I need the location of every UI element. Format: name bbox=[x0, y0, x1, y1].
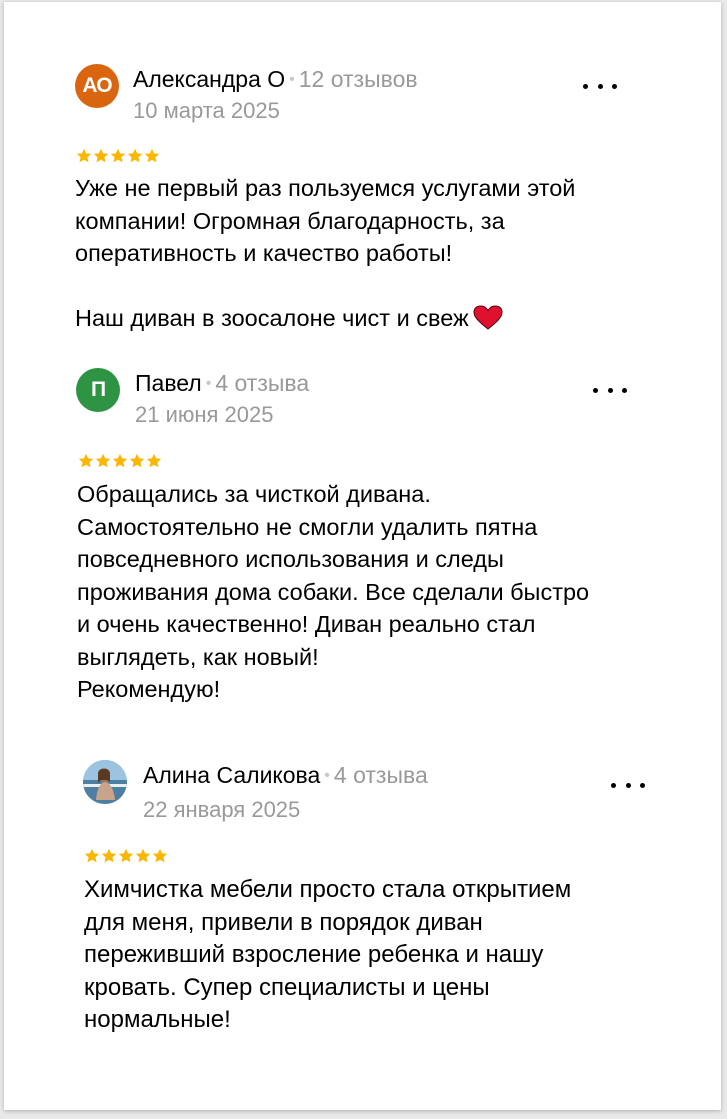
rating-stars bbox=[78, 453, 162, 469]
reviews-card: АО Александра О • 12 отзывов 10 марта 2025… bbox=[4, 2, 721, 1110]
rating-stars bbox=[76, 148, 160, 164]
separator-dot: • bbox=[289, 71, 295, 88]
star-icon bbox=[127, 148, 143, 163]
review-date: 21 июня 2025 bbox=[135, 402, 274, 427]
star-icon bbox=[84, 848, 100, 863]
star-icon bbox=[152, 848, 168, 863]
rating-stars bbox=[84, 848, 168, 864]
star-icon bbox=[78, 453, 94, 468]
star-icon bbox=[76, 148, 92, 163]
star-icon bbox=[135, 848, 151, 863]
star-icon bbox=[95, 453, 111, 468]
author-name[interactable]: Павел bbox=[135, 370, 202, 396]
review-count: 12 отзывов bbox=[298, 66, 418, 92]
review-date: 10 марта 2025 bbox=[133, 98, 280, 123]
separator-dot: • bbox=[205, 375, 212, 392]
review-date: 22 января 2025 bbox=[143, 797, 301, 822]
heart-icon bbox=[473, 305, 503, 340]
author-line: Алина Саликова • 4 отзыва bbox=[143, 762, 428, 789]
star-icon bbox=[118, 848, 134, 863]
author-line: Павел • 4 отзыва bbox=[135, 370, 309, 397]
separator-dot: • bbox=[324, 767, 330, 784]
author-name[interactable]: Алина Саликова bbox=[143, 762, 320, 788]
review-text: Химчистка мебели просто стала открытием … bbox=[84, 876, 572, 1033]
review-text: Уже не первый раз пользуемся услугами эт… bbox=[75, 172, 575, 340]
star-icon bbox=[110, 148, 126, 163]
star-icon bbox=[129, 453, 145, 468]
review-text: Обращались за чисткой дивана. Самостояте… bbox=[77, 481, 590, 702]
star-icon bbox=[144, 148, 160, 163]
avatar[interactable]: П bbox=[76, 368, 120, 412]
more-options-icon[interactable] bbox=[611, 775, 645, 795]
avatar[interactable] bbox=[83, 760, 127, 804]
more-options-icon[interactable] bbox=[583, 76, 617, 96]
review-count: 4 отзыва bbox=[333, 762, 428, 788]
author-name[interactable]: Александра О bbox=[133, 66, 285, 92]
review-count: 4 отзыва bbox=[215, 370, 310, 396]
more-options-icon[interactable] bbox=[593, 380, 627, 400]
avatar[interactable]: АО bbox=[75, 64, 119, 108]
star-icon bbox=[101, 848, 117, 863]
star-icon bbox=[146, 453, 162, 468]
author-line: Александра О • 12 отзывов bbox=[133, 66, 418, 93]
avatar-photo bbox=[83, 760, 127, 804]
star-icon bbox=[112, 453, 128, 468]
star-icon bbox=[93, 148, 109, 163]
